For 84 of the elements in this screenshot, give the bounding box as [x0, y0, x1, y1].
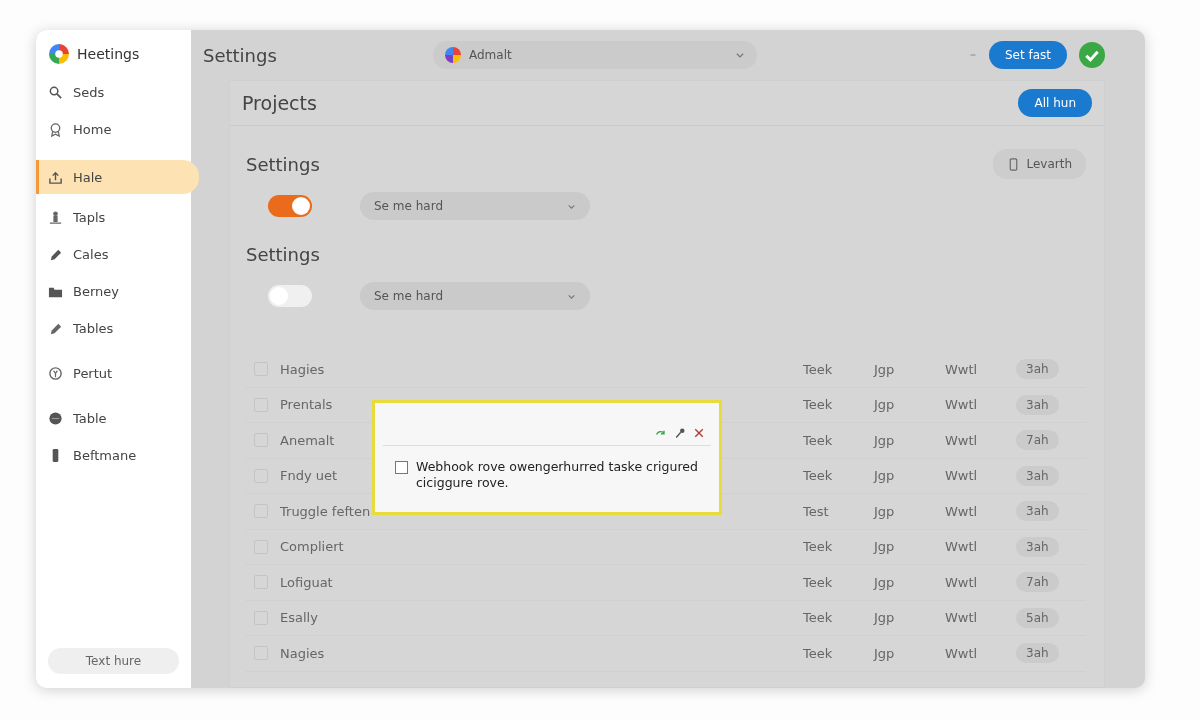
section-title: Settings	[246, 153, 320, 175]
status-badge: 3ah	[1016, 536, 1059, 557]
sidebar-item[interactable]: Table	[36, 404, 199, 432]
coin-icon	[48, 365, 63, 381]
table-cell-text: Wwtl	[945, 397, 979, 413]
disc-icon	[48, 410, 63, 426]
table-cell: Anemalt	[280, 432, 335, 448]
table-cell-text: Jgp	[874, 539, 896, 555]
toggle-switch[interactable]	[268, 195, 312, 217]
table-cell-text: Wwtl	[945, 361, 979, 377]
table-cell-text: Teek	[803, 432, 834, 448]
table-cell-text: Jgp	[874, 574, 896, 590]
caret-icon	[735, 50, 745, 60]
account-selector[interactable]: Admalt	[433, 41, 757, 69]
table-cell: Lofiguat	[280, 574, 333, 590]
table-cell-text: Jgp	[874, 610, 896, 626]
table-cell-text: Jgp	[874, 397, 896, 413]
status-badge: 3ah	[1016, 465, 1059, 486]
table-cell-text: Teek	[803, 397, 834, 413]
sidebar-item[interactable]: Beftmane	[36, 441, 199, 469]
table-cell-text: Wwtl	[945, 645, 979, 661]
table-cell: Prentals	[280, 397, 333, 413]
table-cell-text: Test	[803, 503, 830, 519]
table-cell: Fndy uet	[280, 468, 338, 484]
primary-button[interactable]: Set fast	[988, 41, 1067, 69]
sidebar-item[interactable]: Tapls	[36, 203, 199, 231]
colorful-logo-icon	[445, 47, 461, 63]
table-cell-text: Wwtl	[945, 468, 979, 484]
person-icon	[48, 209, 63, 225]
checkbox[interactable]	[395, 461, 408, 474]
toggle-switch[interactable]	[268, 285, 312, 307]
table-cell-text: Jgp	[874, 432, 896, 448]
table-cell-text: Wwtl	[945, 574, 979, 590]
table-cell-text: Teek	[803, 574, 834, 590]
table-cell-text: Jgp	[874, 361, 896, 377]
search-icon	[48, 84, 63, 100]
table-cell-text: Jgp	[874, 645, 896, 661]
primary-button[interactable]: All hun	[1018, 89, 1092, 117]
upload-icon	[48, 169, 63, 185]
table-cell-text: Jgp	[874, 503, 896, 519]
status-badge: 3ah	[1016, 394, 1059, 415]
status-badge: 3ah	[1016, 643, 1059, 664]
table-cell-text: Teek	[803, 610, 834, 626]
dropdown[interactable]: Se me hard	[360, 192, 590, 220]
footer-button[interactable]: Text hure	[48, 648, 179, 674]
table-cell: Hagies	[280, 361, 325, 377]
sidebar-item[interactable]: Pertut	[36, 359, 199, 387]
table-cell: Truggle feften	[280, 503, 371, 519]
table-cell-text: Wwtl	[945, 539, 979, 555]
logo-icon	[49, 44, 69, 64]
sidebar-item[interactable]: Berney	[36, 277, 199, 305]
message-text: Webhook rove owengerhurred taske crigured ciciggure rove.	[416, 459, 699, 492]
sidebar-item[interactable]: Cales	[36, 240, 199, 268]
badge-icon	[48, 121, 63, 137]
status-badge: 3ah	[1016, 501, 1059, 522]
status-badge: 5ah	[1016, 607, 1059, 628]
table-cell-text: Jgp	[874, 468, 896, 484]
table-cell-text: Wwtl	[945, 432, 979, 448]
section-title: Settings	[246, 243, 320, 265]
table-cell-text: Wwtl	[945, 503, 979, 519]
status-badge: 7ah	[1016, 430, 1059, 451]
table-cell-text: Teek	[803, 645, 834, 661]
sidebar-item[interactable]: Hale	[36, 160, 199, 194]
dropdown[interactable]: Se me hard	[360, 282, 590, 310]
device-button[interactable]: Levarth	[993, 149, 1086, 179]
table-cell: Esally	[280, 610, 318, 626]
table-cell-text: Teek	[803, 539, 834, 555]
table-cell-text: Teek	[803, 361, 834, 377]
check-icon	[1079, 42, 1105, 68]
page-title: Settings	[203, 44, 278, 66]
dash-icon	[968, 51, 977, 59]
pin-icon	[674, 427, 686, 439]
status-badge: 3ah	[1016, 359, 1059, 380]
status-badge: 7ah	[1016, 572, 1059, 593]
sidebar-item[interactable]: Seds	[36, 78, 199, 106]
close-icon	[693, 427, 705, 439]
table-cell: Compliert	[280, 539, 344, 555]
section-title: Projects	[242, 92, 317, 114]
table-cell-text: Teek	[803, 468, 834, 484]
sidebar-item[interactable]: Tables	[36, 314, 199, 342]
table-cell-text: Wwtl	[945, 610, 979, 626]
app-name: Heetings	[77, 46, 140, 62]
table-cell: Nagies	[280, 645, 325, 661]
sidebar-item[interactable]: Home	[36, 115, 199, 143]
